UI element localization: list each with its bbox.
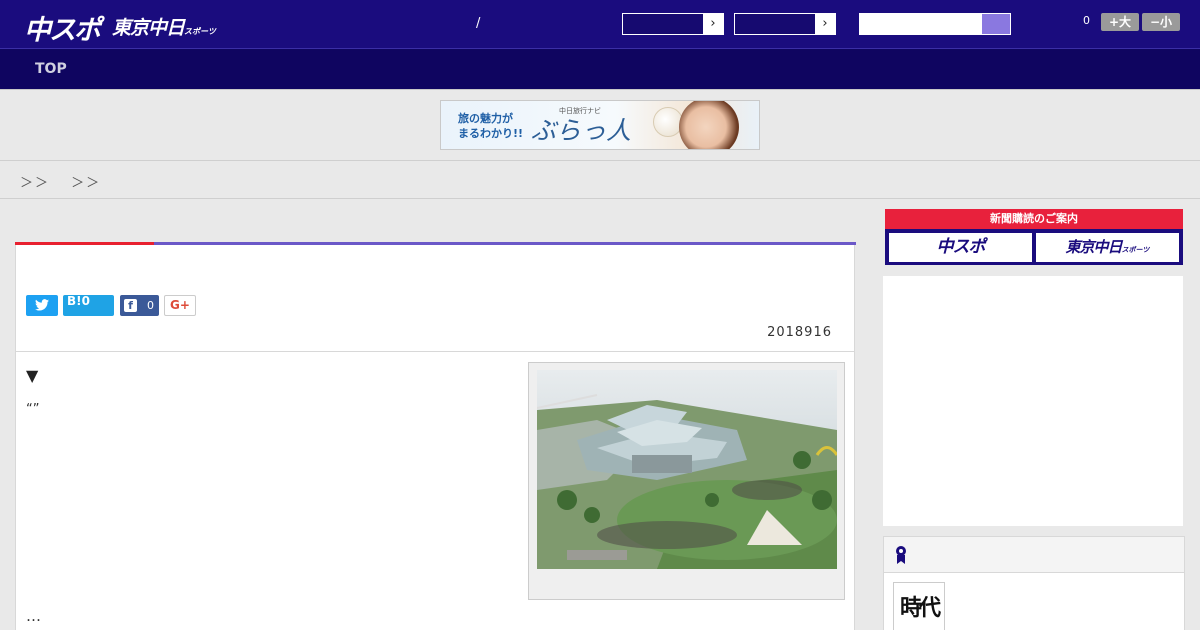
nav-item-top[interactable]: TOP bbox=[35, 61, 67, 77]
chevron-right-icon: › bbox=[815, 14, 835, 34]
banner-copy-line1: 旅の魅力が bbox=[458, 112, 513, 125]
banner-copy-line2: まるわかり!! bbox=[458, 127, 524, 140]
facebook-icon: f bbox=[124, 299, 137, 312]
accent-bar-red bbox=[15, 242, 154, 245]
accent-bar-purple bbox=[154, 242, 856, 245]
category-select-2[interactable]: › bbox=[734, 13, 836, 35]
facebook-share-button[interactable]: f 0 bbox=[120, 295, 159, 316]
section-marker: ▼ bbox=[26, 366, 39, 385]
article-ellipsis: … bbox=[26, 607, 41, 625]
newspaper-subscription-box: 新聞購読のご案内 中スポ 東京中日スポーツ bbox=[885, 209, 1183, 265]
ranking-thumbnail[interactable]: 時代 bbox=[893, 582, 945, 630]
google-plus-button[interactable]: G+ bbox=[164, 295, 196, 316]
travel-ad-banner[interactable]: 旅の魅力が まるわかり!! 中日旅行ナビ ぶらっ人 bbox=[440, 100, 760, 150]
tokyo-chunichi-subscribe-button[interactable]: 東京中日スポーツ bbox=[1036, 233, 1179, 262]
site-header: 中スポ 東京中日スポーツ / › › 0 +大 −小 bbox=[0, 0, 1200, 49]
article-date: 2018916 bbox=[767, 325, 832, 340]
font-size-counter: 0 bbox=[1083, 14, 1090, 27]
ranking-medal-icon bbox=[896, 546, 906, 564]
subscription-title: 新聞購読のご案内 bbox=[885, 209, 1183, 229]
breadcrumb[interactable]: ＞＞ ＞＞ bbox=[20, 172, 101, 191]
aerial-venue-photo[interactable] bbox=[537, 370, 837, 569]
article-photo-frame bbox=[528, 362, 845, 600]
article-quote: “” bbox=[26, 402, 40, 417]
divider bbox=[0, 160, 1200, 161]
twitter-icon bbox=[35, 299, 49, 311]
search-input[interactable] bbox=[859, 13, 1011, 35]
font-smaller-button[interactable]: −小 bbox=[1142, 13, 1180, 31]
ranking-header bbox=[884, 537, 1184, 573]
divider bbox=[0, 198, 1200, 199]
ranking-box: 時代 bbox=[883, 536, 1185, 630]
sidebar-ad-slot[interactable] bbox=[883, 276, 1183, 526]
category-select-1[interactable]: › bbox=[622, 13, 724, 35]
article-body: ▼ “” … bbox=[15, 351, 855, 630]
twitter-share-button[interactable] bbox=[26, 295, 58, 316]
font-larger-button[interactable]: +大 bbox=[1101, 13, 1139, 31]
header-separator: / bbox=[476, 16, 481, 31]
photo-illustration bbox=[537, 370, 837, 569]
banner-brand: ぶらっ人 bbox=[531, 116, 632, 145]
subscribe-btn2-text: 東京中日 bbox=[1065, 238, 1123, 256]
hatena-bookmark-button[interactable]: B!0 bbox=[63, 295, 114, 316]
chuspo-subscribe-button[interactable]: 中スポ bbox=[889, 233, 1032, 262]
banner-copy: 旅の魅力が まるわかり!! bbox=[458, 111, 523, 141]
tokyo-chunichi-logo[interactable]: 東京中日スポーツ bbox=[112, 13, 216, 40]
subscribe-btn2-small: スポーツ bbox=[1121, 246, 1150, 254]
tokyo-logo-small-text: スポーツ bbox=[184, 27, 216, 36]
facebook-count: 0 bbox=[147, 299, 154, 312]
tokyo-logo-text: 東京中日 bbox=[112, 17, 185, 39]
main-nav: TOP bbox=[0, 49, 1200, 90]
model-image bbox=[679, 101, 739, 149]
chuspo-logo[interactable]: 中スポ bbox=[24, 8, 101, 47]
chevron-right-icon: › bbox=[703, 14, 723, 34]
search-button[interactable] bbox=[982, 14, 1010, 34]
article-header: B!0 f 0 G+ 2018916 bbox=[15, 242, 856, 352]
